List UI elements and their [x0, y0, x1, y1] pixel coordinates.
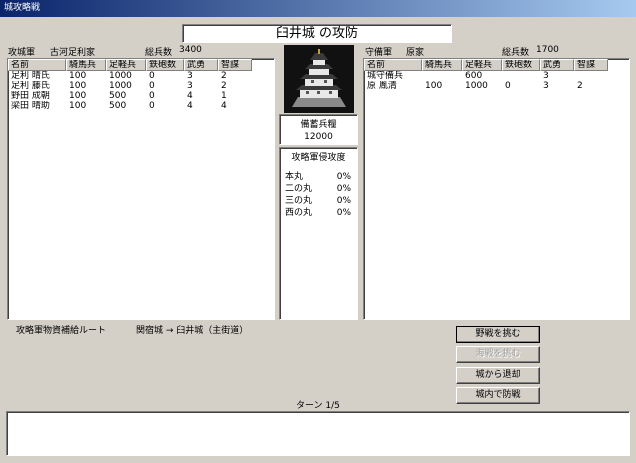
attacker-leader: 古河足利家	[50, 48, 96, 58]
invasion-area-name: 西の丸	[285, 208, 313, 218]
table-row[interactable]: 城守備兵 600 3	[364, 71, 629, 81]
cell-ashigaru: 1000	[465, 81, 488, 91]
col-cavalry[interactable]: 騎馬兵	[422, 59, 462, 71]
invasion-area-name: 二の丸	[285, 184, 313, 194]
supply-box: 備蓄兵糧 12000	[279, 114, 358, 145]
cell-valor: 4	[187, 101, 193, 111]
defender-unit-list[interactable]: 名前 騎馬兵 足軽兵 鉄砲数 武勇 智謀 城守備兵 600 3 原 胤清 100 1000…	[363, 58, 630, 320]
supply-route-value: 関宿城 → 臼井城（主街道）	[136, 326, 249, 336]
invasion-row: 三の丸 0%	[280, 195, 357, 207]
cell-wisdom	[574, 71, 608, 81]
cell-guns: 0	[149, 71, 155, 81]
col-wisdom[interactable]: 智謀	[218, 59, 252, 71]
cell-valor: 3	[187, 81, 193, 91]
cell-guns: 0	[149, 91, 155, 101]
defender-label: 守備軍	[365, 48, 393, 58]
defender-list-header: 名前 騎馬兵 足軽兵 鉄砲数 武勇 智謀	[364, 59, 629, 71]
cell-cavalry: 100	[425, 81, 443, 91]
attacker-label: 攻城軍	[8, 48, 36, 58]
cell-cavalry: 100	[69, 71, 87, 81]
invasion-area-value: 0%	[336, 196, 351, 206]
cell-wisdom: 2	[221, 71, 227, 81]
attacker-total: 3400	[179, 45, 202, 55]
cell-ashigaru: 500	[109, 91, 127, 101]
col-cavalry[interactable]: 騎馬兵	[66, 59, 106, 71]
attacker-total-label: 総兵数	[145, 48, 173, 58]
cell-name: 原 胤清	[367, 81, 397, 91]
col-guns[interactable]: 鉄砲数	[146, 59, 184, 71]
defender-total-label: 総兵数	[502, 48, 530, 58]
invasion-area-name: 三の丸	[285, 196, 313, 206]
cell-wisdom: 4	[221, 101, 227, 111]
turn-counter: ターン 1/5	[296, 401, 340, 411]
cell-valor: 3	[543, 71, 549, 81]
defender-total: 1700	[536, 45, 559, 55]
cell-cavalry: 100	[69, 91, 87, 101]
cell-name: 梁田 晴助	[11, 101, 50, 111]
invasion-title: 攻略軍侵攻度	[291, 153, 346, 163]
cell-ashigaru: 500	[109, 101, 127, 111]
defender-leader: 原家	[406, 48, 425, 58]
cell-cavalry	[422, 71, 462, 81]
cell-ashigaru: 1000	[109, 71, 132, 81]
invasion-row: 二の丸 0%	[280, 183, 357, 195]
invasion-area-value: 0%	[336, 184, 351, 194]
col-ashigaru[interactable]: 足軽兵	[462, 59, 502, 71]
window-titlebar: 城攻略戦	[0, 0, 636, 17]
castle-title: 臼井城 の攻防	[182, 24, 452, 43]
supply-value: 12000	[304, 132, 333, 142]
defend-button[interactable]: 城内で防戦	[456, 387, 540, 404]
table-row[interactable]: 原 胤清 100 1000 0 3 2	[364, 81, 629, 91]
field-battle-button[interactable]: 野戦を挑む	[456, 326, 540, 343]
col-name[interactable]: 名前	[364, 59, 422, 71]
cell-name: 足利 藤氏	[11, 81, 50, 91]
cell-valor: 3	[187, 71, 193, 81]
naval-battle-button[interactable]: 海戦を挑む	[456, 346, 540, 363]
window-title: 城攻略戦	[4, 3, 41, 13]
cell-valor: 3	[543, 81, 549, 91]
cell-guns	[502, 71, 540, 81]
col-guns[interactable]: 鉄砲数	[502, 59, 540, 71]
table-row[interactable]: 足利 藤氏 100 1000 0 3 2	[8, 81, 274, 91]
cell-wisdom: 2	[577, 81, 583, 91]
attacker-list-header: 名前 騎馬兵 足軽兵 鉄砲数 武勇 智謀	[8, 59, 274, 71]
cell-name: 城守備兵	[367, 71, 404, 81]
col-name[interactable]: 名前	[8, 59, 66, 71]
cell-name: 野田 成朝	[11, 91, 50, 101]
cell-valor: 4	[187, 91, 193, 101]
invasion-row: 西の丸 0%	[280, 207, 357, 219]
cell-guns: 0	[505, 81, 511, 91]
invasion-row: 本丸 0%	[280, 171, 357, 183]
table-row[interactable]: 足利 晴氏 100 1000 0 3 2	[8, 71, 274, 81]
table-row[interactable]: 野田 成朝 100 500 0 4 1	[8, 91, 274, 101]
cell-cavalry: 100	[69, 101, 87, 111]
cell-wisdom: 2	[221, 81, 227, 91]
supply-route-label: 攻略軍物資補給ルート	[16, 326, 107, 336]
invasion-area-value: 0%	[336, 172, 351, 182]
col-ashigaru[interactable]: 足軽兵	[106, 59, 146, 71]
retreat-button[interactable]: 城から退却	[456, 367, 540, 384]
message-box	[6, 411, 630, 456]
cell-name: 足利 晴氏	[11, 71, 50, 81]
invasion-area-value: 0%	[336, 208, 351, 218]
col-valor[interactable]: 武勇	[184, 59, 218, 71]
supply-label: 備蓄兵糧	[300, 120, 337, 130]
invasion-area-name: 本丸	[285, 172, 304, 182]
castle-icon	[284, 45, 354, 113]
col-valor[interactable]: 武勇	[540, 59, 574, 71]
cell-wisdom: 1	[221, 91, 227, 101]
cell-guns: 0	[149, 101, 155, 111]
cell-ashigaru: 600	[465, 71, 483, 81]
table-row[interactable]: 梁田 晴助 100 500 0 4 4	[8, 101, 274, 111]
col-wisdom[interactable]: 智謀	[574, 59, 608, 71]
cell-cavalry: 100	[69, 81, 87, 91]
cell-ashigaru: 1000	[109, 81, 132, 91]
castle-image	[284, 45, 354, 113]
invasion-box: 攻略軍侵攻度 本丸 0% 二の丸 0% 三の丸 0% 西の丸 0%	[279, 147, 358, 320]
attacker-unit-list[interactable]: 名前 騎馬兵 足軽兵 鉄砲数 武勇 智謀 足利 晴氏 100 1000 0 3 2 足利 藤…	[7, 58, 275, 320]
cell-guns: 0	[149, 81, 155, 91]
